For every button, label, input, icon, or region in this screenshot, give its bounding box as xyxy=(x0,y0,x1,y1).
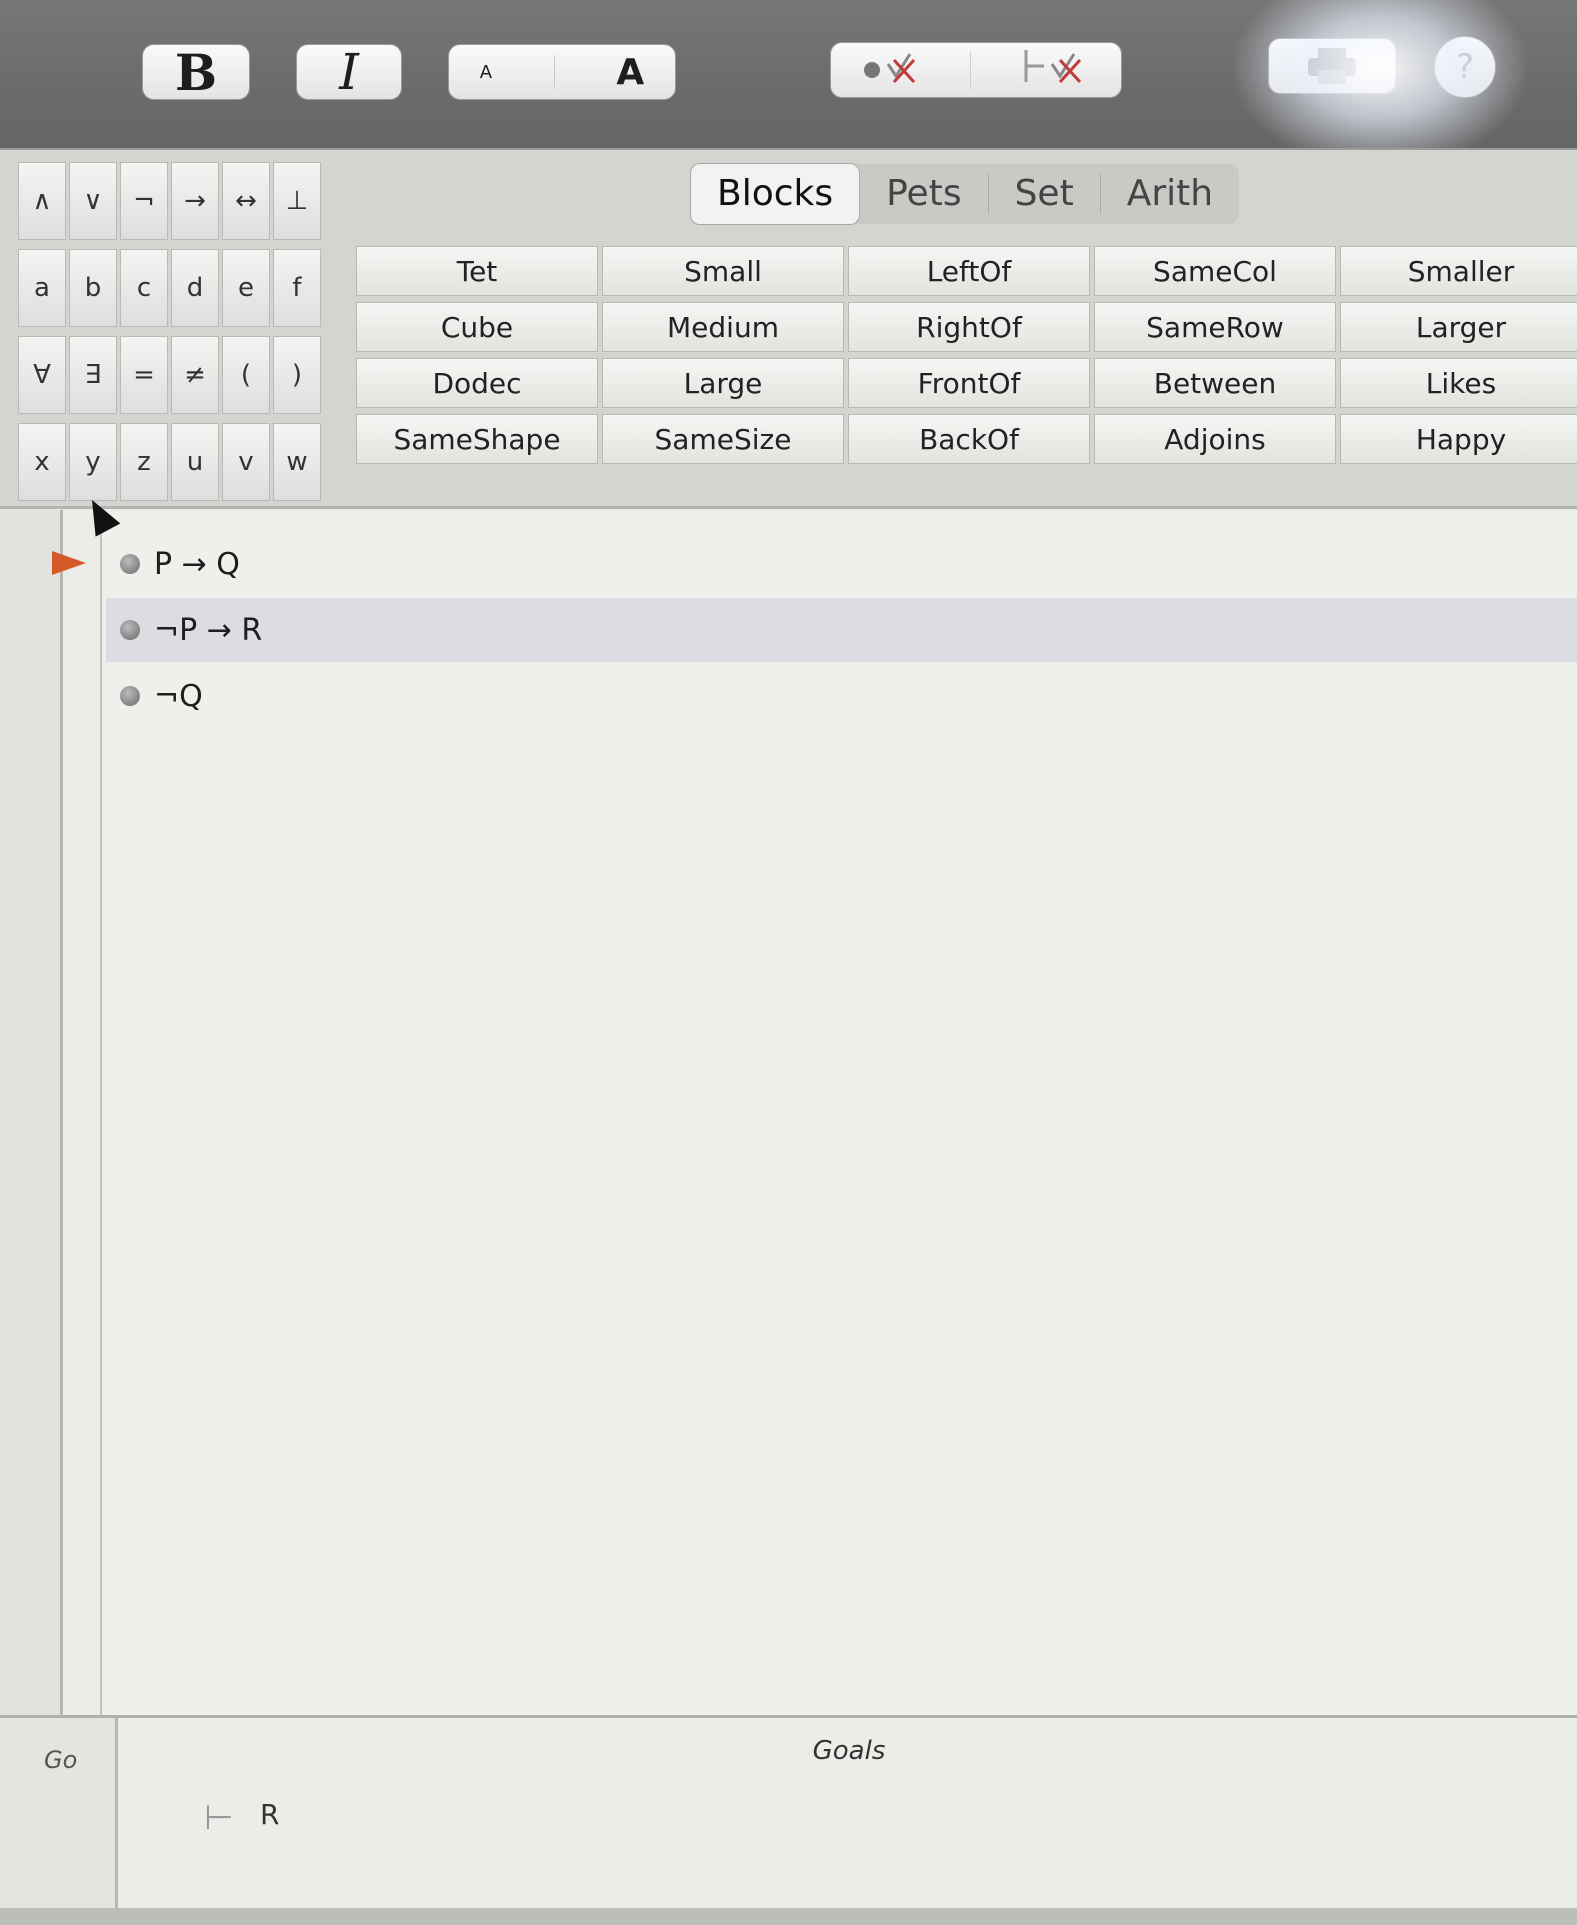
premise-line-3[interactable]: ¬Q xyxy=(106,664,1577,728)
predicate-likes-button[interactable]: Likes xyxy=(1340,358,1577,408)
premise-line-1[interactable]: P → Q xyxy=(106,532,1577,596)
symbol-or-button[interactable]: ∨ xyxy=(69,162,117,240)
help-button[interactable]: ? xyxy=(1434,36,1496,98)
predicate-smaller-button[interactable]: Smaller xyxy=(1340,246,1577,296)
constant-c-button[interactable]: c xyxy=(120,249,168,327)
italic-button[interactable]: I xyxy=(296,43,402,101)
constant-e-button[interactable]: e xyxy=(222,249,270,327)
predicate-tet-button[interactable]: Tet xyxy=(356,246,598,296)
variable-u-button[interactable]: u xyxy=(171,423,219,501)
goals-panel[interactable]: Goals ⊢ R xyxy=(115,1718,1577,1908)
variable-v-button[interactable]: v xyxy=(222,423,270,501)
predicate-adjoins-button[interactable]: Adjoins xyxy=(1094,414,1336,464)
bold-button[interactable]: B xyxy=(142,43,250,102)
variables-row: x y z u v w xyxy=(18,423,324,503)
printer-icon xyxy=(1308,48,1356,84)
symbol-and-button[interactable]: ∧ xyxy=(18,162,66,240)
symbol-not-equals-button[interactable]: ≠ xyxy=(171,336,219,414)
constants-row: a b c d e f xyxy=(18,249,324,329)
symbol-not-button[interactable]: ¬ xyxy=(120,162,168,240)
goals-side-label: Go xyxy=(44,1746,78,1774)
verify-step-button[interactable] xyxy=(854,46,924,94)
symbol-open-paren-button[interactable]: ( xyxy=(222,336,270,414)
connectives-row: ∧ ∨ ¬ → ↔ ⊥ xyxy=(18,162,324,242)
proof-margin xyxy=(0,510,63,1715)
predicate-medium-button[interactable]: Medium xyxy=(602,302,844,352)
predicate-rightof-button[interactable]: RightOf xyxy=(848,302,1090,352)
predicate-backof-button[interactable]: BackOf xyxy=(848,414,1090,464)
goal-formula[interactable]: R xyxy=(260,1798,279,1831)
predicate-samerow-button[interactable]: SameRow xyxy=(1094,302,1336,352)
predicate-large-button[interactable]: Large xyxy=(602,358,844,408)
premise-formula: ¬P → R xyxy=(154,612,263,648)
predicate-dodec-button[interactable]: Dodec xyxy=(356,358,598,408)
premise-formula: ¬Q xyxy=(154,678,203,714)
constant-f-button[interactable]: f xyxy=(273,249,321,327)
predicate-frontof-button[interactable]: FrontOf xyxy=(848,358,1090,408)
goals-pane: Go Goals ⊢ R xyxy=(0,1715,1577,1925)
goal-status-icon: ⊢ xyxy=(204,1798,234,1838)
status-strip xyxy=(0,1908,1577,1925)
toolbar: B I A A ? xyxy=(0,0,1577,148)
constant-d-button[interactable]: d xyxy=(171,249,219,327)
premise-formula: P → Q xyxy=(154,546,240,582)
predicate-sameshape-button[interactable]: SameShape xyxy=(356,414,598,464)
predicate-samesize-button[interactable]: SameSize xyxy=(602,414,844,464)
variable-y-button[interactable]: y xyxy=(69,423,117,501)
goals-title: Goals xyxy=(812,1736,886,1766)
variable-z-button[interactable]: z xyxy=(120,423,168,501)
symbol-iff-button[interactable]: ↔ xyxy=(222,162,270,240)
font-size-group: A A xyxy=(448,44,676,100)
font-smaller-button[interactable]: A xyxy=(480,62,492,83)
premise-line-2[interactable]: ¬P → R xyxy=(106,598,1577,662)
divider xyxy=(970,51,972,89)
tab-set[interactable]: Set xyxy=(989,164,1100,224)
print-button[interactable] xyxy=(1268,38,1396,94)
verify-proof-button[interactable] xyxy=(1018,46,1098,94)
constant-b-button[interactable]: b xyxy=(69,249,117,327)
predicate-grid: Tet Small LeftOf SameCol Smaller Cube Me… xyxy=(356,246,1577,464)
variable-x-button[interactable]: x xyxy=(18,423,66,501)
symbol-forall-button[interactable]: ∀ xyxy=(18,336,66,414)
symbol-grid: ∧ ∨ ¬ → ↔ ⊥ a b c d e f ∀ ∃ = ≠ ( ) x y … xyxy=(18,162,324,510)
tab-blocks[interactable]: Blocks xyxy=(690,163,861,225)
predicate-leftof-button[interactable]: LeftOf xyxy=(848,246,1090,296)
proof-pane[interactable]: P → Q ¬P → R ¬Q xyxy=(0,510,1577,1715)
verify-group xyxy=(830,42,1122,98)
step-bullet-icon xyxy=(120,554,140,574)
tab-pets[interactable]: Pets xyxy=(860,164,987,224)
predicate-between-button[interactable]: Between xyxy=(1094,358,1336,408)
language-tabs: Blocks Pets Set Arith xyxy=(690,163,1240,225)
symbol-palette: ∧ ∨ ¬ → ↔ ⊥ a b c d e f ∀ ∃ = ≠ ( ) x y … xyxy=(0,148,1577,509)
predicate-cube-button[interactable]: Cube xyxy=(356,302,598,352)
symbol-bottom-button[interactable]: ⊥ xyxy=(273,162,321,240)
predicate-samecol-button[interactable]: SameCol xyxy=(1094,246,1336,296)
focus-arrow-icon xyxy=(52,551,86,575)
predicate-larger-button[interactable]: Larger xyxy=(1340,302,1577,352)
symbol-implies-button[interactable]: → xyxy=(171,162,219,240)
divider xyxy=(553,55,555,89)
predicate-small-button[interactable]: Small xyxy=(602,246,844,296)
symbol-equals-button[interactable]: = xyxy=(120,336,168,414)
quantifiers-row: ∀ ∃ = ≠ ( ) xyxy=(18,336,324,416)
font-larger-button[interactable]: A xyxy=(616,52,644,93)
constant-a-button[interactable]: a xyxy=(18,249,66,327)
tab-arith[interactable]: Arith xyxy=(1101,164,1239,224)
predicate-happy-button[interactable]: Happy xyxy=(1340,414,1577,464)
symbol-close-paren-button[interactable]: ) xyxy=(273,336,321,414)
variable-w-button[interactable]: w xyxy=(273,423,321,501)
step-bullet-icon xyxy=(120,620,140,640)
symbol-exists-button[interactable]: ∃ xyxy=(69,336,117,414)
verify-proof-icon xyxy=(1024,50,1081,84)
step-bullet-icon xyxy=(120,686,140,706)
verify-step-icon xyxy=(864,53,916,84)
